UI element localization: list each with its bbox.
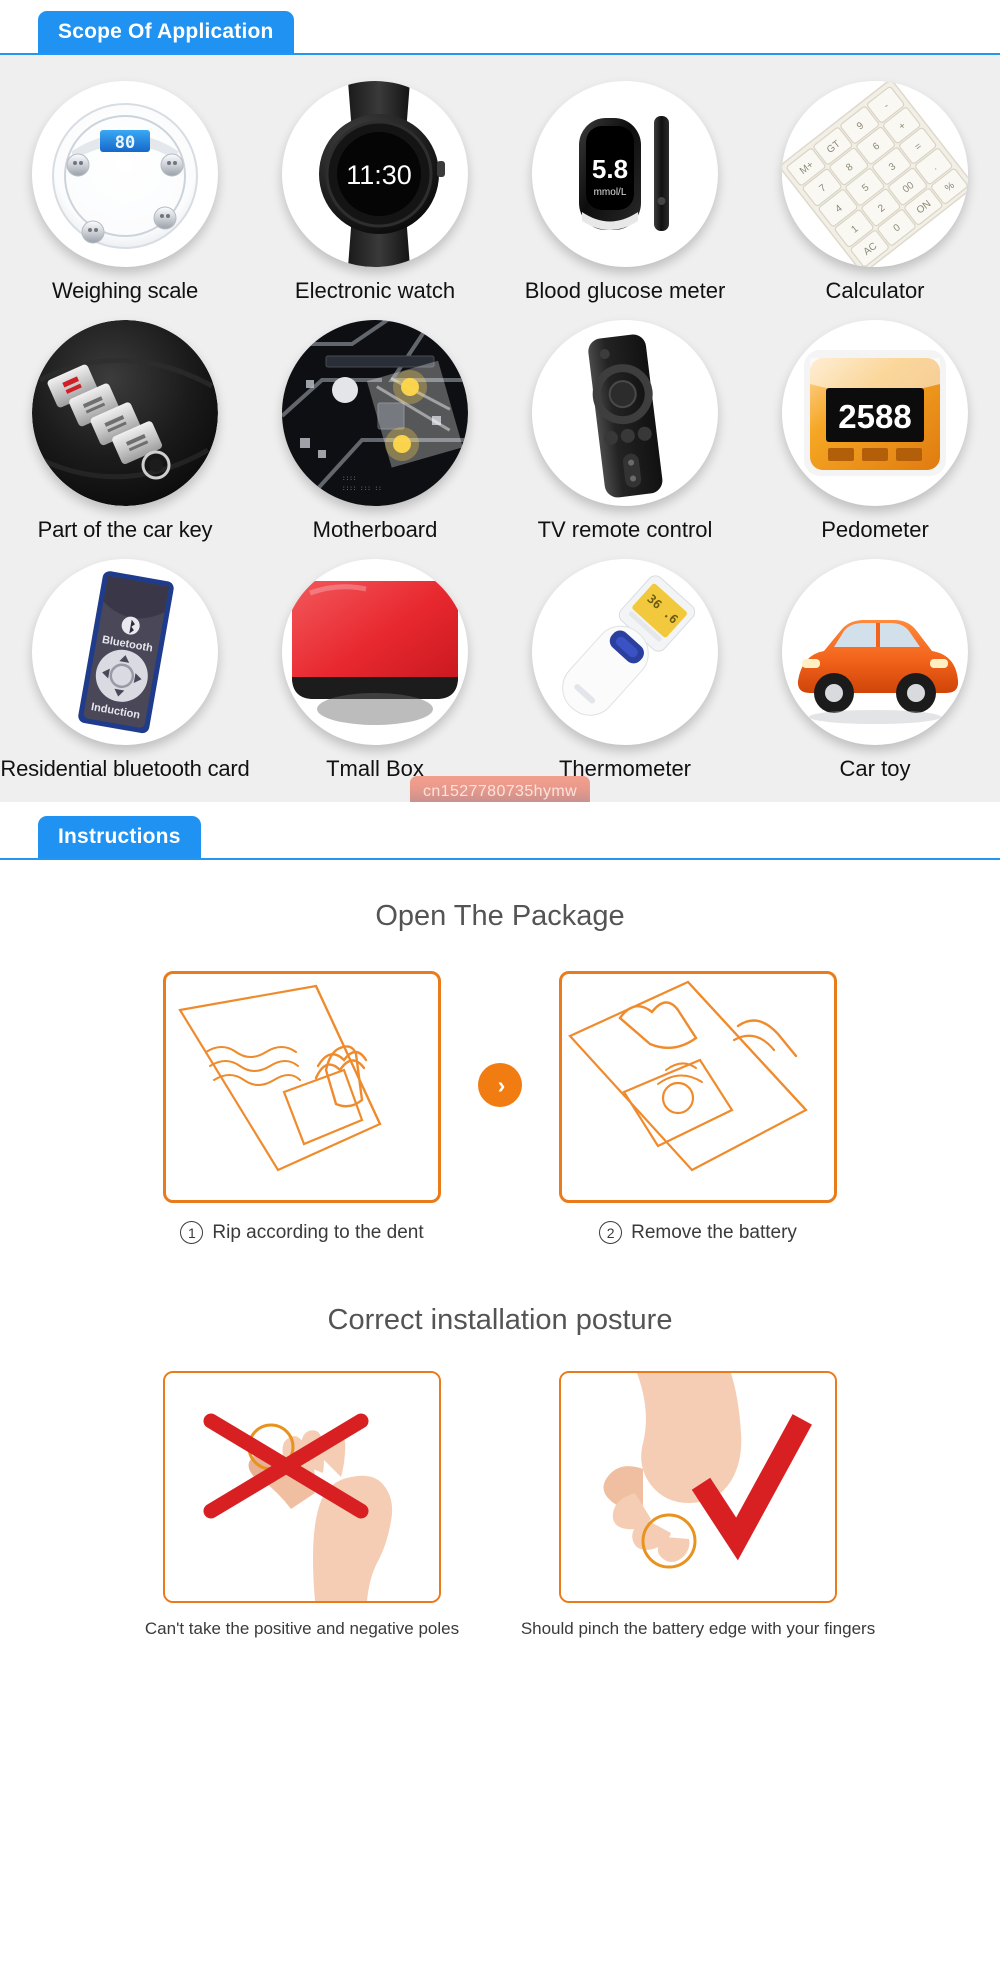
svg-text:::::: :::: [342,475,356,482]
correct-grip-icon [561,1373,835,1601]
step-2-caption: 2 Remove the battery [599,1221,797,1244]
open-package-step-2: 2 Remove the battery [548,971,848,1244]
posture-wrong: Can't take the positive and negative pol… [145,1371,459,1639]
scope-item-label: Weighing scale [52,278,198,303]
scope-item-label: Residential bluetooth card [0,756,250,781]
scope-item-label: Motherboard [312,517,438,542]
pedometer-icon: 2588 [804,350,946,476]
glucose-meter-icon: 5.8 mmol/L [579,116,669,231]
step-1-illustration-box [163,971,441,1203]
posture-wrong-caption: Can't take the positive and negative pol… [144,1619,460,1638]
scope-section-tab[interactable]: Scope Of Application [38,10,294,53]
car-key-thumbnail [32,320,218,506]
motherboard-thumbnail: :::::::: ::: :: [282,320,468,506]
motherboard-icon: :::::::: ::: :: [282,320,468,506]
svg-text::::: ::: ::: :::: ::: :: [342,485,382,492]
bluetooth-card-thumbnail: Bluetooth Induction [32,559,218,745]
scope-item-bluetooth-card[interactable]: Bluetooth Induction Residential bluetoot… [0,559,250,798]
scope-item-label: Calculator [825,278,925,303]
step-1-number: 1 [180,1221,204,1244]
bluetooth-card-icon: Bluetooth Induction [78,571,174,734]
chevron-right-icon: › [478,1063,522,1107]
pedometer-thumbnail: 2588 [782,320,968,506]
instructions-body: Open The Package 1 Rip according to the … [0,860,1000,1639]
glucose-unit: mmol/L [594,187,627,198]
glucose-reading: 5.8 [592,154,628,184]
wrong-grip-icon [165,1373,439,1601]
posture-correct-image-box [559,1371,837,1603]
posture-examples: Can't take the positive and negative pol… [0,1371,1000,1639]
pedometer-step-count: 2588 [838,398,911,435]
posture-wrong-image-box [163,1371,441,1603]
scope-item-motherboard[interactable]: :::::::: ::: :: Motherboard [250,320,500,559]
posture-correct-caption: Should pinch the battery edge with your … [520,1619,876,1638]
scope-item-label: Electronic watch [294,278,456,303]
scope-product-grid: 80 Weighing scale 11:30 Electronic watch… [0,81,1000,798]
smartwatch-icon: 11:30 [319,81,445,267]
glucose-meter-thumbnail: 5.8 mmol/L [532,81,718,267]
calculator-thumbnail: M+ GT 9- 7 8 6 + 4 5 3 = 1 2 00. AC 0 ON% [782,81,968,267]
remove-battery-icon [568,980,808,1172]
scope-application-panel: 80 Weighing scale 11:30 Electronic watch… [0,55,1000,808]
instructions-header-rule [0,858,1000,860]
open-package-heading: Open The Package [375,900,625,932]
tv-remote-thumbnail [532,320,718,506]
toy-car-icon [797,620,959,724]
step-2-text: Remove the battery [631,1221,797,1243]
scope-item-label: Tmall Box [326,756,424,781]
rip-package-icon [178,984,382,1172]
scope-item-electronic-watch[interactable]: 11:30 Electronic watch [250,81,500,320]
instructions-section-tab[interactable]: Instructions [38,815,201,858]
scope-item-weighing-scale[interactable]: 80 Weighing scale [0,81,250,320]
scope-item-label: Part of the car key [37,517,213,542]
car-toy-thumbnail [782,559,968,745]
infrared-thermometer-icon: 36.6 [562,575,696,716]
scope-item-glucose-meter[interactable]: 5.8 mmol/L Blood glucose meter [500,81,750,320]
open-package-steps: 1 Rip according to the dent › 2 Remove t… [0,971,1000,1244]
tmall-box-thumbnail [282,559,468,745]
scope-item-label: Blood glucose meter [524,278,726,303]
thermometer-thumbnail: 36.6 [532,559,718,745]
step-1-caption: 1 Rip according to the dent [180,1221,424,1244]
tv-remote-icon [588,334,663,498]
steps-arrow: › [452,1063,548,1107]
open-package-step-1: 1 Rip according to the dent [152,971,452,1244]
smartwatch-time: 11:30 [346,160,412,190]
step-2-number: 2 [599,1221,623,1244]
scope-item-label: Pedometer [821,517,929,542]
posture-correct: Should pinch the battery edge with your … [521,1371,875,1639]
scope-item-label: Car toy [839,756,911,781]
scope-item-label: TV remote control [537,517,713,542]
calculator-icon: M+GT9- 786+ 453= 1200. AC0ON% [782,81,968,267]
scope-item-pedometer[interactable]: 2588 Pedometer [750,320,1000,559]
step-2-illustration-box [559,971,837,1203]
scope-item-tv-remote[interactable]: TV remote control [500,320,750,559]
scope-item-tmall-box[interactable]: Tmall Box [250,559,500,798]
tmall-box-icon [292,581,458,725]
step-1-text: Rip according to the dent [212,1221,424,1243]
weighing-scale-reading: 80 [115,133,135,153]
scope-item-calculator[interactable]: M+ GT 9- 7 8 6 + 4 5 3 = 1 2 00. AC 0 ON% Calculator [750,81,1000,320]
electronic-watch-thumbnail: 11:30 [282,81,468,267]
weighing-scale-thumbnail: 80 [32,81,218,267]
instructions-section-header: Instructions [0,802,1000,860]
scope-item-thermometer[interactable]: 36.6 Thermometer [500,559,750,798]
scope-section-header: Scope Of Application [0,0,1000,55]
scope-item-car-key[interactable]: Part of the car key [0,320,250,559]
car-key-fob-icon [32,320,218,506]
posture-heading: Correct installation posture [327,1304,673,1336]
weighing-scale-icon: 80 [52,103,198,249]
scope-item-car-toy[interactable]: Car toy [750,559,1000,798]
